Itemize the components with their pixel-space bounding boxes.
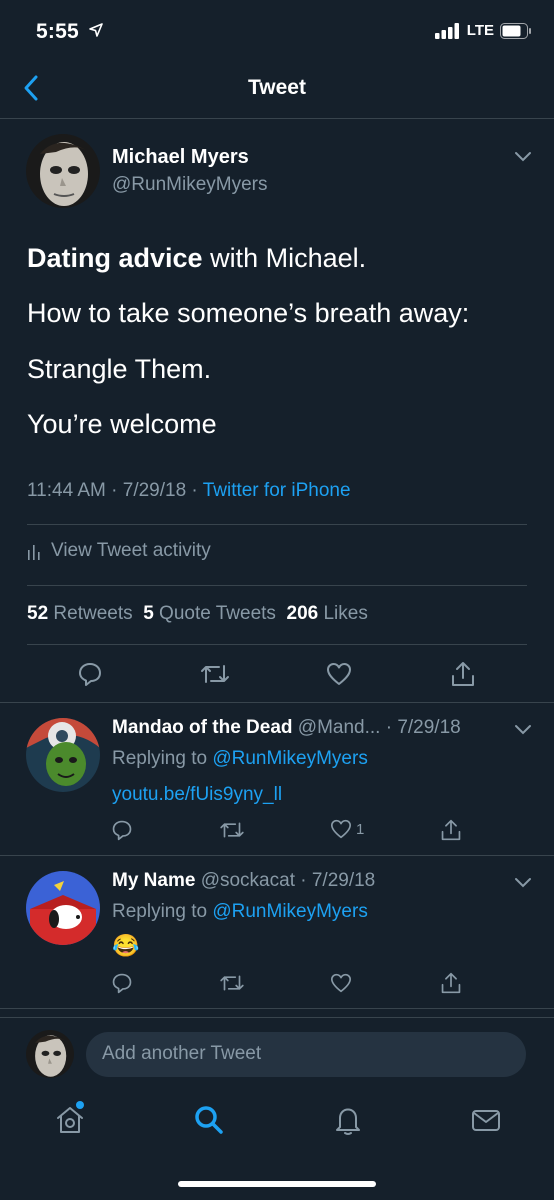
retweet-button[interactable] (219, 973, 245, 993)
likes-stat[interactable]: 206 Likes (287, 603, 368, 624)
tweet-line-3: Strangle Them. (27, 354, 212, 384)
reply-divider (0, 1008, 554, 1009)
retweet-icon (220, 822, 244, 838)
reply-button[interactable] (77, 661, 103, 687)
reply-handle-date: @Mand... · 7/29/18 (292, 717, 461, 738)
search-icon[interactable] (193, 1104, 225, 1136)
like-icon (331, 819, 351, 839)
likes-label: Likes (323, 603, 368, 624)
quotes-count: 5 (143, 603, 154, 624)
chevron-down-icon[interactable] (514, 877, 532, 889)
status-indicators: LTE (434, 22, 532, 39)
status-time: 5:55 (36, 20, 103, 44)
reply-icon (112, 973, 132, 994)
retweet-icon (201, 665, 229, 683)
tweet-line-1: Dating advice with Michael. (27, 242, 527, 274)
activity-icon (28, 545, 40, 560)
retweet-icon (220, 975, 244, 991)
tweet-stats: 52 Retweets 5 Quote Tweets 206 Likes (27, 603, 368, 625)
share-icon (452, 662, 474, 686)
like-icon (327, 663, 351, 685)
main-tweet-divider (0, 702, 554, 703)
reply-divider (0, 855, 554, 856)
messages-icon[interactable] (470, 1104, 502, 1136)
replying-prefix: Replying to (112, 901, 213, 922)
retweets-count: 52 (27, 603, 49, 624)
author-handle[interactable]: @RunMikeyMyers (112, 174, 267, 196)
header-divider (0, 118, 554, 119)
tweet-line-4: You’re welcome (27, 409, 217, 439)
page-title: Tweet (248, 76, 306, 99)
compose-placeholder: Add another Tweet (102, 1043, 262, 1064)
retweet-button[interactable] (219, 820, 245, 840)
stats-divider (27, 644, 527, 645)
share-button[interactable] (440, 818, 462, 842)
activity-divider (27, 585, 527, 586)
status-time-text: 5:55 (36, 20, 79, 43)
share-icon (441, 819, 461, 841)
reply-author-name: Mandao of the Dead (112, 717, 293, 738)
location-arrow-icon (89, 23, 103, 37)
like-icon (331, 973, 351, 993)
replying-to-link[interactable]: @RunMikeyMyers (212, 901, 367, 922)
reply-button[interactable] (111, 819, 133, 841)
like-button[interactable]: 1 (330, 819, 364, 839)
replying-to-link[interactable]: @RunMikeyMyers (212, 748, 367, 769)
share-button[interactable] (440, 971, 462, 995)
tweet-timestamp: 11:44 AM · 7/29/18 · Twitter for iPhone (27, 480, 351, 502)
author-avatar[interactable] (26, 134, 100, 208)
view-tweet-activity[interactable]: View Tweet activity (27, 540, 211, 562)
share-icon (441, 972, 461, 994)
home-indicator (178, 1181, 376, 1187)
share-button[interactable] (450, 660, 476, 688)
reply-handle-date: @sockacat · 7/29/18 (195, 870, 376, 891)
quotes-label: Quote Tweets (159, 603, 276, 624)
notification-dot (76, 1101, 84, 1109)
network-type: LTE (466, 22, 494, 39)
likes-count: 206 (286, 603, 319, 624)
like-count: 1 (356, 820, 365, 838)
like-button[interactable] (330, 973, 352, 993)
battery-icon (500, 22, 531, 39)
notifications-icon[interactable] (332, 1104, 364, 1136)
like-button[interactable] (326, 662, 352, 686)
quotes-stat[interactable]: 5 Quote Tweets (143, 603, 276, 624)
reply-avatar[interactable] (26, 871, 100, 945)
tweet-time: 11:44 AM · 7/29/18 · (27, 480, 203, 501)
compose-divider (0, 1017, 554, 1018)
reply-icon (112, 820, 132, 841)
tweet-text-rest: with Michael. (202, 243, 367, 273)
reply-link[interactable]: youtu.be/fUis9yny_ll (112, 784, 282, 806)
tweet-bold-text: Dating advice (27, 243, 203, 273)
reply-emoji: 😂 (112, 933, 140, 958)
reply-icon (79, 663, 101, 686)
meta-divider (27, 524, 527, 525)
reply-button[interactable] (111, 972, 133, 994)
chevron-down-icon[interactable] (514, 724, 532, 736)
chevron-down-icon[interactable] (514, 151, 532, 163)
retweets-stat[interactable]: 52 Retweets (27, 603, 133, 624)
author-name[interactable]: Michael Myers (112, 146, 249, 169)
reply-author-name: My Name (112, 870, 196, 891)
tweet-source-link[interactable]: Twitter for iPhone (203, 480, 351, 501)
activity-label: View Tweet activity (51, 540, 211, 561)
replying-to: Replying to @RunMikeyMyers (112, 748, 368, 770)
retweet-button[interactable] (200, 662, 230, 686)
user-avatar[interactable] (26, 1030, 74, 1078)
retweets-label: Retweets (53, 603, 133, 624)
replying-prefix: Replying to (112, 748, 213, 769)
reply-author[interactable]: My Name @sockacat · 7/29/18 (112, 870, 375, 892)
tweet-line-2: How to take someone’s breath away: (27, 298, 470, 328)
reply-avatar[interactable] (26, 718, 100, 792)
reply-author[interactable]: Mandao of the Dead @Mand... · 7/29/18 (112, 717, 461, 739)
signal-icon (434, 22, 459, 39)
replying-to: Replying to @RunMikeyMyers (112, 901, 368, 923)
